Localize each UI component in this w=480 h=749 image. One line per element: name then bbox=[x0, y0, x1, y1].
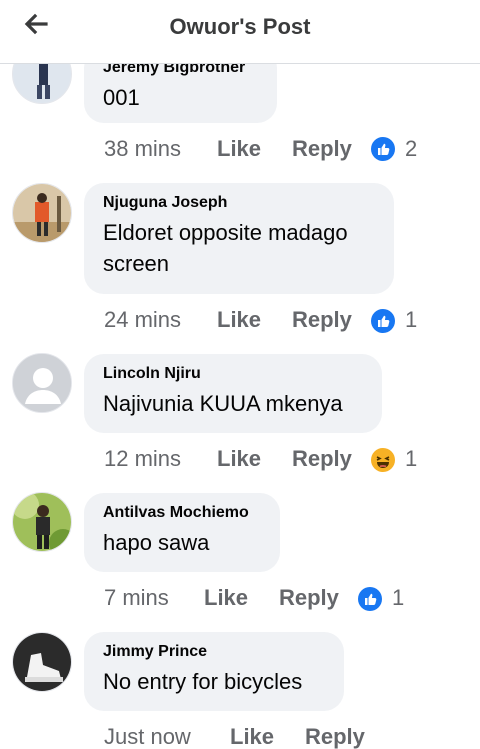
reply-button[interactable]: Reply bbox=[292, 307, 352, 333]
like-reaction-icon[interactable] bbox=[371, 137, 395, 161]
sneaker-photo bbox=[13, 633, 71, 691]
comment-time: 12 mins bbox=[104, 446, 182, 471]
comment-text: 001 bbox=[103, 85, 140, 110]
comment-author[interactable]: Jimmy Prince bbox=[103, 642, 326, 662]
comment-author[interactable]: Antilvas Mochiemo bbox=[103, 503, 262, 523]
reply-button[interactable]: Reply bbox=[292, 136, 352, 162]
comment-time: Just now bbox=[104, 724, 191, 749]
reaction-count: 2 bbox=[405, 136, 418, 161]
reply-button[interactable]: Reply bbox=[292, 446, 352, 472]
comment-text-line: screen bbox=[103, 251, 170, 276]
reply-button[interactable]: Reply bbox=[279, 585, 339, 611]
like-reaction-icon[interactable] bbox=[358, 587, 382, 611]
avatar[interactable] bbox=[12, 632, 72, 692]
person-photo bbox=[13, 493, 71, 551]
comment-author[interactable]: Lincoln Njiru bbox=[103, 364, 364, 384]
default-avatar-icon bbox=[13, 354, 71, 412]
like-button[interactable]: Like bbox=[217, 307, 261, 333]
comment-time: 38 mins bbox=[104, 136, 182, 161]
reply-button[interactable]: Reply bbox=[305, 724, 365, 749]
comment-time: 24 mins bbox=[104, 307, 182, 332]
post-header: Owuor's Post bbox=[0, 0, 480, 64]
comment-time: 7 mins bbox=[104, 585, 169, 610]
like-button[interactable]: Like bbox=[204, 585, 248, 611]
comment-text: No entry for bicycles bbox=[103, 669, 303, 694]
like-button[interactable]: Like bbox=[217, 136, 261, 162]
person-photo bbox=[13, 184, 71, 242]
avatar[interactable] bbox=[12, 492, 72, 552]
comment-bubble[interactable]: Jimmy Prince No entry for bicycles bbox=[84, 632, 344, 711]
haha-reaction-icon[interactable] bbox=[371, 448, 395, 472]
reaction-count: 1 bbox=[405, 307, 418, 332]
avatar[interactable] bbox=[12, 183, 72, 243]
like-button[interactable]: Like bbox=[230, 724, 274, 749]
comment-bubble[interactable]: Njuguna Joseph Eldoret opposite madago s… bbox=[84, 183, 394, 294]
comment-text: Najivunia KUUA mkenya bbox=[103, 391, 343, 416]
avatar[interactable] bbox=[12, 353, 72, 413]
comment-text-line: Eldoret opposite madago bbox=[103, 220, 348, 245]
comment-bubble[interactable]: Lincoln Njiru Najivunia KUUA mkenya bbox=[84, 354, 382, 433]
like-reaction-icon[interactable] bbox=[371, 309, 395, 333]
comment-author[interactable]: Njuguna Joseph bbox=[103, 193, 376, 213]
comment-actions: Just now Like Reply bbox=[104, 724, 424, 749]
comment-bubble[interactable]: Antilvas Mochiemo hapo sawa bbox=[84, 493, 280, 572]
reaction-count: 1 bbox=[405, 446, 418, 471]
page-title: Owuor's Post bbox=[169, 14, 311, 39]
reaction-count: 1 bbox=[392, 585, 405, 610]
like-button[interactable]: Like bbox=[217, 446, 261, 472]
comment-text: hapo sawa bbox=[103, 530, 210, 555]
